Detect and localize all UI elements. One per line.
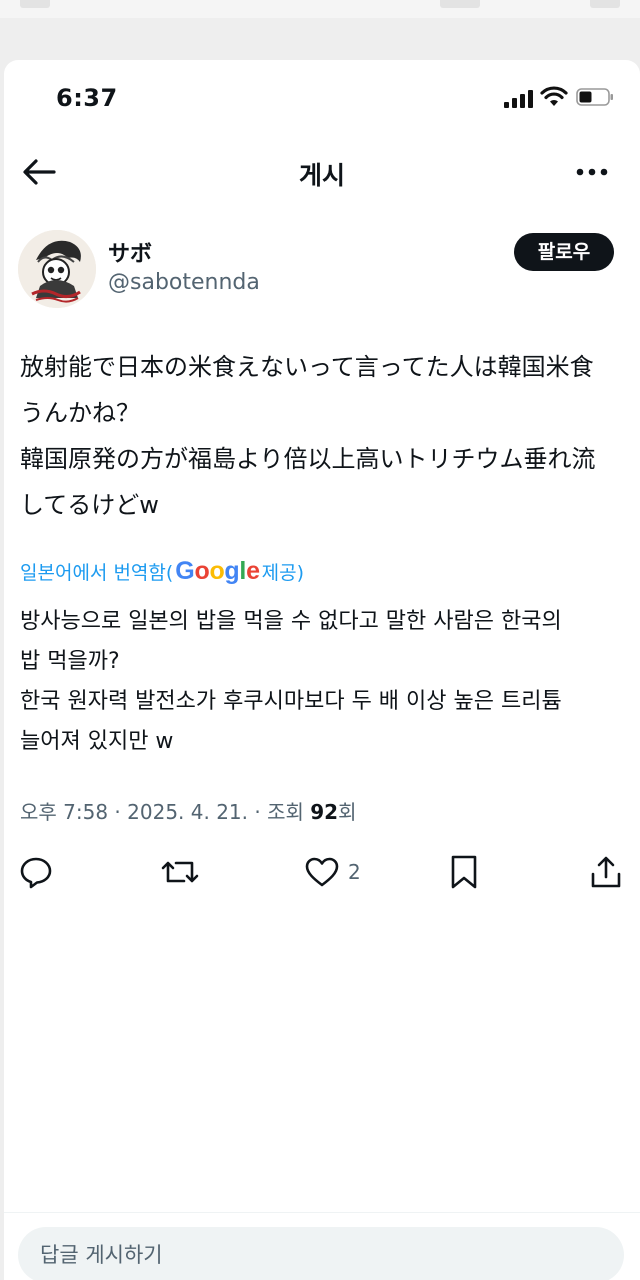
status-bar: 6:37 — [4, 60, 640, 140]
tweet-metadata: 오후 7:58 · 2025. 4. 21. · 조회 92회 — [20, 796, 357, 825]
more-options-icon[interactable] — [570, 154, 614, 190]
translation-attribution[interactable]: 일본어에서 번역함( Google 제공) — [20, 554, 304, 588]
reply-button[interactable] — [18, 852, 54, 892]
author-display-name[interactable]: サボ — [108, 236, 152, 268]
repost-icon — [161, 861, 199, 883]
views-count: 92 — [310, 800, 339, 824]
battery-icon — [576, 88, 613, 106]
repost-button[interactable] — [160, 852, 200, 892]
status-time: 6:37 — [56, 84, 118, 112]
post-date: 2025. 4. 21. — [127, 800, 249, 824]
page-title: 게시 — [298, 161, 345, 190]
bookmark-button[interactable] — [446, 852, 482, 892]
previous-screen-strip — [0, 0, 640, 18]
cropped-fragment — [20, 0, 50, 8]
cropped-fragment — [440, 0, 480, 8]
heart-icon — [305, 857, 339, 887]
translation-suffix: 제공) — [261, 561, 305, 584]
navigation-bar: 게시 — [4, 140, 640, 204]
reply-bar: 답글 게시하기 — [4, 1212, 640, 1280]
reply-input[interactable]: 답글 게시하기 — [18, 1227, 624, 1280]
author-handle[interactable]: @sabotennda — [108, 270, 260, 295]
like-button[interactable]: 2 — [304, 852, 361, 892]
google-logo: Google — [175, 556, 260, 585]
share-icon — [591, 856, 621, 888]
share-button[interactable] — [588, 852, 624, 892]
post-time: 오후 7:58 — [20, 800, 109, 824]
cropped-fragment — [590, 0, 620, 8]
views-suffix: 회 — [338, 800, 357, 824]
like-count: 2 — [348, 860, 361, 884]
reply-icon — [20, 857, 52, 889]
avatar-illustration — [18, 230, 96, 308]
cellular-signal-icon — [504, 90, 534, 108]
views-prefix: 조회 — [267, 800, 311, 824]
meta-separator: · — [248, 800, 268, 824]
translated-text: 방사능으로 일본의 밥을 먹을 수 없다고 말한 사람은 한국의 밥 먹을까? … — [20, 609, 562, 754]
bookmark-icon — [451, 855, 477, 889]
author-avatar[interactable] — [18, 230, 96, 308]
tweet-text: 放射能で日本の米食えないって言ってた人は韓国米食 うんかね？ 韓国原発の方が福島… — [20, 353, 596, 519]
follow-button[interactable]: 팔로우 — [514, 233, 614, 271]
wifi-icon — [540, 86, 568, 106]
tweet-detail-screen: 6:37 게시 サボ @sabotennda 팔로우 放射能で日本の米食えないっ… — [4, 60, 640, 1280]
translation-prefix: 일본어에서 번역함( — [20, 561, 174, 584]
meta-separator: · — [108, 800, 128, 824]
